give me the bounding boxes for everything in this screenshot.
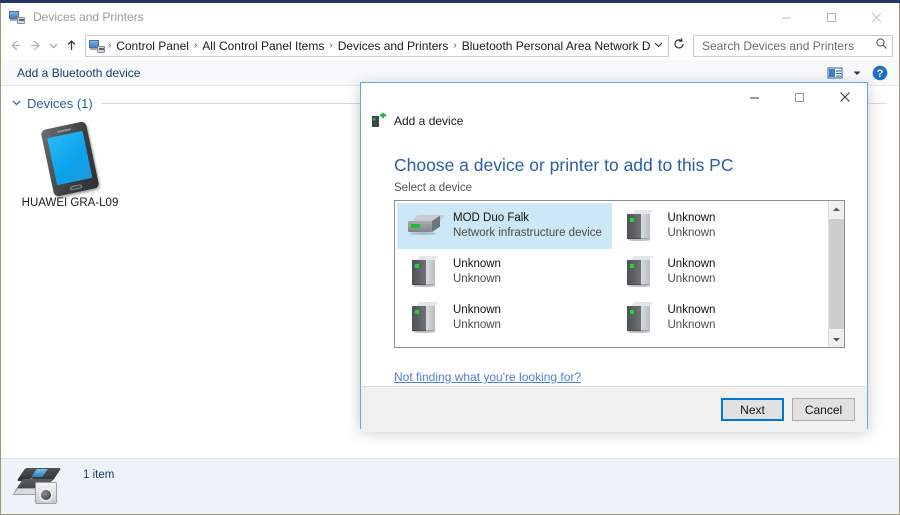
forward-button[interactable]	[26, 35, 47, 57]
device-list-item[interactable]: Unknown Unknown	[612, 295, 827, 341]
breadcrumb-bar[interactable]: › Control Panel › All Control Panel Item…	[84, 34, 669, 57]
search-input[interactable]	[700, 37, 875, 54]
devices-group-title: Devices (1)	[27, 96, 93, 111]
tower-pc-icon	[405, 300, 445, 336]
devices-and-printers-icon	[9, 9, 25, 25]
chevron-down-icon[interactable]	[11, 97, 22, 111]
command-bar-right: ?	[823, 62, 893, 84]
tower-pc-icon	[620, 300, 660, 336]
device-list-item[interactable]: Unknown Unknown	[612, 249, 827, 295]
window-title-bar: Devices and Printers	[1, 3, 899, 31]
device-list-item-text: Unknown Unknown	[668, 257, 716, 287]
device-subtitle: Unknown	[453, 319, 501, 331]
not-finding-link[interactable]: Not finding what you're looking for?	[394, 370, 581, 384]
dialog-close-button[interactable]	[822, 83, 867, 111]
status-item-count: 1 item	[83, 469, 115, 481]
device-name: Unknown	[453, 304, 501, 316]
device-name: Unknown	[667, 212, 716, 224]
breadcrumb-item-devices-and-printers[interactable]: Devices and Printers	[334, 37, 453, 55]
device-list-item-text: Unknown Unknown	[453, 303, 501, 333]
maximize-button[interactable]	[809, 3, 854, 31]
device-list-item[interactable]: Unknown Unknown	[397, 249, 612, 295]
breadcrumb-item-bluetooth-pan-devices[interactable]: Bluetooth Personal Area Network Devices	[458, 37, 650, 55]
device-name: Unknown	[667, 304, 716, 316]
device-subtitle: Network infrastructure device	[453, 227, 602, 239]
device-list-scrollbar[interactable]	[828, 201, 844, 347]
device-subtitle: Unknown	[453, 273, 501, 285]
device-subtitle: Unknown	[667, 227, 716, 239]
tower-pc-icon	[620, 254, 660, 290]
close-button[interactable]	[854, 3, 899, 31]
scrollbar-track[interactable]	[829, 217, 844, 331]
desktop-background: Devices and Printers › Control Panel › A…	[0, 0, 900, 515]
dialog-body: Choose a device or printer to add to thi…	[361, 129, 867, 386]
device-subtitle: Unknown	[667, 273, 716, 285]
minimize-button[interactable]	[764, 3, 809, 31]
dialog-header: Add a device	[361, 111, 867, 129]
printer-camera-icon	[12, 464, 69, 510]
view-layout-icon[interactable]	[823, 62, 847, 84]
breadcrumb-item-all-control-panel-items[interactable]: All Control Panel Items	[198, 37, 328, 55]
chevron-down-icon[interactable]	[849, 62, 865, 84]
add-device-icon	[371, 112, 387, 129]
tower-pc-icon	[405, 254, 445, 290]
dialog-subheading: Select a device	[394, 182, 472, 194]
device-list[interactable]: MOD Duo Falk Network infrastructure devi…	[394, 200, 845, 348]
breadcrumb: › Control Panel › All Control Panel Item…	[107, 37, 650, 55]
scroll-down-icon[interactable]	[829, 331, 844, 347]
recent-locations-button[interactable]	[46, 35, 61, 57]
address-bar: › Control Panel › All Control Panel Item…	[1, 31, 899, 60]
device-name: MOD Duo Falk	[453, 212, 530, 224]
help-icon[interactable]: ?	[867, 62, 893, 84]
device-item-huawei[interactable]: HUAWEI GRA-L09	[15, 119, 125, 213]
device-list-item-text: Unknown Unknown	[668, 211, 716, 241]
scrollbar-thumb[interactable]	[829, 219, 844, 329]
refresh-icon[interactable]	[669, 37, 689, 54]
window-controls	[764, 3, 899, 31]
cancel-button[interactable]: Cancel	[792, 398, 855, 421]
dialog-title-bar	[361, 83, 867, 111]
device-name: Unknown	[667, 258, 716, 270]
device-list-items: MOD Duo Falk Network infrastructure devi…	[395, 201, 828, 347]
tower-pc-icon	[620, 208, 660, 244]
next-button[interactable]: Next	[721, 398, 784, 421]
device-list-item[interactable]: MOD Duo Falk Network infrastructure devi…	[397, 203, 612, 249]
device-list-item-text: Unknown Unknown	[453, 257, 501, 287]
dialog-heading: Choose a device or printer to add to thi…	[394, 155, 734, 175]
scroll-up-icon[interactable]	[829, 201, 844, 217]
search-icon	[875, 37, 888, 55]
search-box[interactable]	[693, 34, 893, 57]
up-button[interactable]	[61, 35, 82, 57]
device-list-item[interactable]: Unknown Unknown	[612, 203, 827, 249]
network-device-icon	[405, 208, 446, 244]
status-bar: 1 item	[1, 458, 899, 514]
dialog-maximize-button[interactable]	[777, 83, 822, 111]
dialog-title: Add a device	[394, 114, 464, 128]
device-item-label: HUAWEI GRA-L09	[21, 197, 119, 209]
breadcrumb-item-control-panel[interactable]: Control Panel	[112, 37, 193, 55]
device-subtitle: Unknown	[667, 319, 716, 331]
chevron-down-icon[interactable]	[650, 39, 666, 53]
window-title: Devices and Printers	[33, 10, 144, 24]
add-a-device-dialog: Add a device Choose a device or printer …	[360, 82, 868, 432]
dialog-footer: Next Cancel	[361, 386, 867, 432]
device-name: Unknown	[453, 258, 501, 270]
device-list-item-text: MOD Duo Falk Network infrastructure devi…	[453, 211, 602, 241]
device-list-item[interactable]: Unknown Unknown	[397, 295, 612, 341]
device-list-item-text: Unknown Unknown	[668, 303, 716, 333]
svg-text:?: ?	[877, 68, 884, 80]
smartphone-icon	[15, 120, 125, 198]
breadcrumb-root-icon	[88, 38, 105, 54]
back-button[interactable]	[5, 35, 26, 57]
dialog-minimize-button[interactable]	[732, 83, 777, 111]
add-bluetooth-device-button[interactable]: Add a Bluetooth device	[11, 62, 146, 84]
